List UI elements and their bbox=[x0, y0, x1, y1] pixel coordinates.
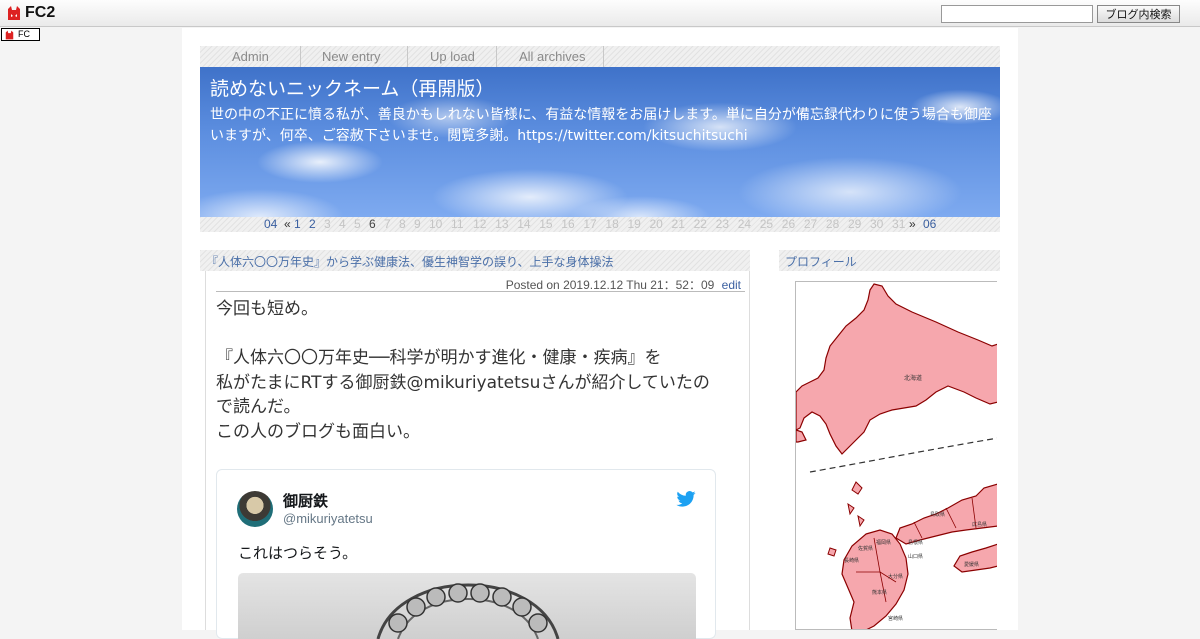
calendar-day-17: 17 bbox=[583, 217, 597, 231]
calendar-day-5: 5 bbox=[354, 217, 361, 231]
entry-posted-line: Posted on 2019.12.12 Thu 21：52：09 edit bbox=[216, 276, 745, 292]
entry-body-line: 私がたまにRTする御厨鉄@mikuriyatetsuさんが紹介していたの bbox=[216, 372, 710, 393]
blog-description: 世の中の不正に憤る私が、善良かもしれない皆様に、有益な情報をお届けします。単に自… bbox=[210, 107, 992, 144]
calendar-day-27: 27 bbox=[803, 217, 818, 231]
embedded-tweet[interactable]: 御厨鉄 @mikuriyatetsu これはつらそう。 bbox=[216, 469, 716, 639]
calendar-day-24: 24 bbox=[737, 217, 752, 231]
calendar-day-1[interactable]: 1 bbox=[294, 217, 301, 232]
tweet-text: これはつらそう。 bbox=[238, 544, 358, 562]
mini-badge-text: FC bbox=[18, 29, 30, 39]
calendar-day-8: 8 bbox=[399, 217, 406, 231]
map-label: 山口県 bbox=[908, 553, 923, 560]
blog-search-input[interactable] bbox=[941, 5, 1093, 23]
profile-map-image: 北海道 島根県 広島県 鳥取県 山口県 大分県 宮崎県 熊本県 長崎県 佐賀県 … bbox=[795, 281, 997, 630]
entry-body-text: 今回も短め。『人体六〇〇万年史──科学が明かす進化・健康・疾病』を私がたまにRT… bbox=[216, 297, 746, 444]
twitter-bird-icon[interactable] bbox=[676, 491, 696, 507]
calendar-day-21: 21 bbox=[671, 217, 685, 231]
menu-divider bbox=[407, 46, 408, 67]
map-label: 広島県 bbox=[972, 521, 987, 528]
calendar-day-15: 15 bbox=[539, 217, 553, 231]
calendar-day-20: 20 bbox=[649, 217, 663, 231]
calendar-day-10: 10 bbox=[429, 217, 443, 231]
calendar-day-18: 18 bbox=[605, 217, 619, 231]
entry-title-bar: 『人体六〇〇万年史』から学ぶ健康法、優生神智学の誤り、上手な身体操法 bbox=[200, 250, 750, 271]
calendar-day-6[interactable]: 6 bbox=[369, 217, 376, 232]
fc2-fox-icon bbox=[5, 30, 14, 40]
entry-body-line: 今回も短め。 bbox=[216, 299, 318, 319]
calendar-next-month[interactable]: 06 bbox=[923, 217, 936, 232]
calendar-prev-month[interactable]: 04 bbox=[264, 217, 277, 232]
map-label: 鳥取県 bbox=[930, 511, 945, 518]
menu-divider bbox=[496, 46, 497, 67]
calendar-day-7: 7 bbox=[384, 217, 391, 231]
map-label: 島根県 bbox=[908, 539, 923, 546]
entry-body-line bbox=[216, 322, 746, 347]
dental-illustration-image bbox=[376, 583, 560, 639]
map-label: 宮崎県 bbox=[888, 615, 903, 622]
calendar-day-9: 9 bbox=[414, 217, 421, 231]
calendar-day-26: 26 bbox=[781, 217, 796, 231]
calendar-day-29: 29 bbox=[847, 217, 862, 231]
entry-body-line: で読んだ。 bbox=[216, 397, 301, 417]
calendar-strip: 04 « » 06 1 2 3 4 5 6 7 8 9 10 11 12 13 14 15 16 17 18 19 2… bbox=[200, 217, 1000, 232]
calendar-day-4: 4 bbox=[339, 217, 346, 231]
calendar-day-19: 19 bbox=[627, 217, 641, 231]
calendar-day-12: 12 bbox=[473, 217, 487, 231]
calendar-day-30: 30 bbox=[870, 217, 884, 231]
calendar-day-31: 31 bbox=[892, 217, 906, 231]
calendar-day-13: 13 bbox=[495, 217, 509, 231]
calendar-next-arrow: » bbox=[909, 217, 916, 231]
tweet-author-name[interactable]: 御厨鉄 bbox=[283, 490, 328, 511]
map-label: 長崎県 bbox=[844, 557, 859, 564]
entry-body-line: この人のブログも面白い。 bbox=[216, 421, 420, 442]
fc2-logo-text: FC2 bbox=[25, 4, 56, 21]
menu-divider bbox=[300, 46, 301, 67]
calendar-prev-arrow: « bbox=[284, 217, 291, 231]
map-label: 佐賀県 bbox=[858, 545, 873, 552]
calendar-day-3: 3 bbox=[324, 217, 331, 231]
blog-title[interactable]: 読めないニックネーム（再開版） bbox=[210, 74, 494, 101]
calendar-day-2[interactable]: 2 bbox=[309, 217, 316, 232]
calendar-day-23: 23 bbox=[715, 217, 729, 231]
map-label: 大分県 bbox=[888, 573, 903, 580]
calendar-day-25: 25 bbox=[759, 217, 774, 231]
map-label: 愛媛県 bbox=[964, 561, 979, 568]
map-label-hokkaido: 北海道 bbox=[904, 374, 922, 382]
tweet-image[interactable] bbox=[238, 573, 696, 639]
admin-menu: Admin New entry Up load All archives bbox=[200, 46, 1000, 67]
entry-posted-date: Posted on 2019.12.12 Thu 21：52：09 bbox=[505, 278, 715, 292]
menu-all-archives-link[interactable]: All archives bbox=[519, 49, 585, 64]
fc2-mini-badge[interactable]: FC bbox=[1, 28, 40, 41]
calendar-day-28: 28 bbox=[825, 217, 840, 231]
entry-title-link[interactable]: 『人体六〇〇万年史』から学ぶ健康法、優生神智学の誤り、上手な身体操法 bbox=[206, 253, 614, 270]
blog-search-button[interactable]: ブログ内検索 bbox=[1097, 5, 1180, 23]
fc2-toolbar: FC2 ブログ内検索 bbox=[0, 0, 1200, 27]
calendar-day-16: 16 bbox=[561, 217, 575, 231]
menu-upload-link[interactable]: Up load bbox=[430, 49, 475, 64]
fc2-logo[interactable]: FC2 bbox=[6, 4, 55, 22]
map-label: 福岡県 bbox=[876, 539, 891, 546]
entry-body-line: 『人体六〇〇万年史──科学が明かす進化・健康・疾病』を bbox=[216, 348, 662, 368]
entry-edit-link[interactable]: edit bbox=[722, 278, 741, 292]
menu-new-entry-link[interactable]: New entry bbox=[322, 49, 381, 64]
calendar-day-14: 14 bbox=[517, 217, 531, 231]
calendar-day-11: 11 bbox=[451, 217, 464, 231]
map-label: 熊本県 bbox=[872, 589, 887, 596]
profile-heading: プロフィール bbox=[785, 255, 857, 269]
sidebar-title-bar: プロフィール bbox=[779, 250, 1000, 271]
fc2-fox-icon bbox=[8, 6, 20, 20]
menu-admin-link[interactable]: Admin bbox=[232, 49, 269, 64]
tweet-avatar[interactable] bbox=[237, 491, 273, 527]
tweet-author-handle[interactable]: @mikuriyatetsu bbox=[283, 511, 373, 526]
japan-map-illustration: 北海道 島根県 広島県 鳥取県 山口県 大分県 宮崎県 熊本県 長崎県 佐賀県 … bbox=[796, 283, 997, 629]
menu-divider bbox=[603, 46, 604, 67]
blog-header: 読めないニックネーム（再開版） 世の中の不正に憤る私が、善良かもしれない皆様に、… bbox=[200, 67, 1000, 217]
calendar-day-22: 22 bbox=[693, 217, 707, 231]
